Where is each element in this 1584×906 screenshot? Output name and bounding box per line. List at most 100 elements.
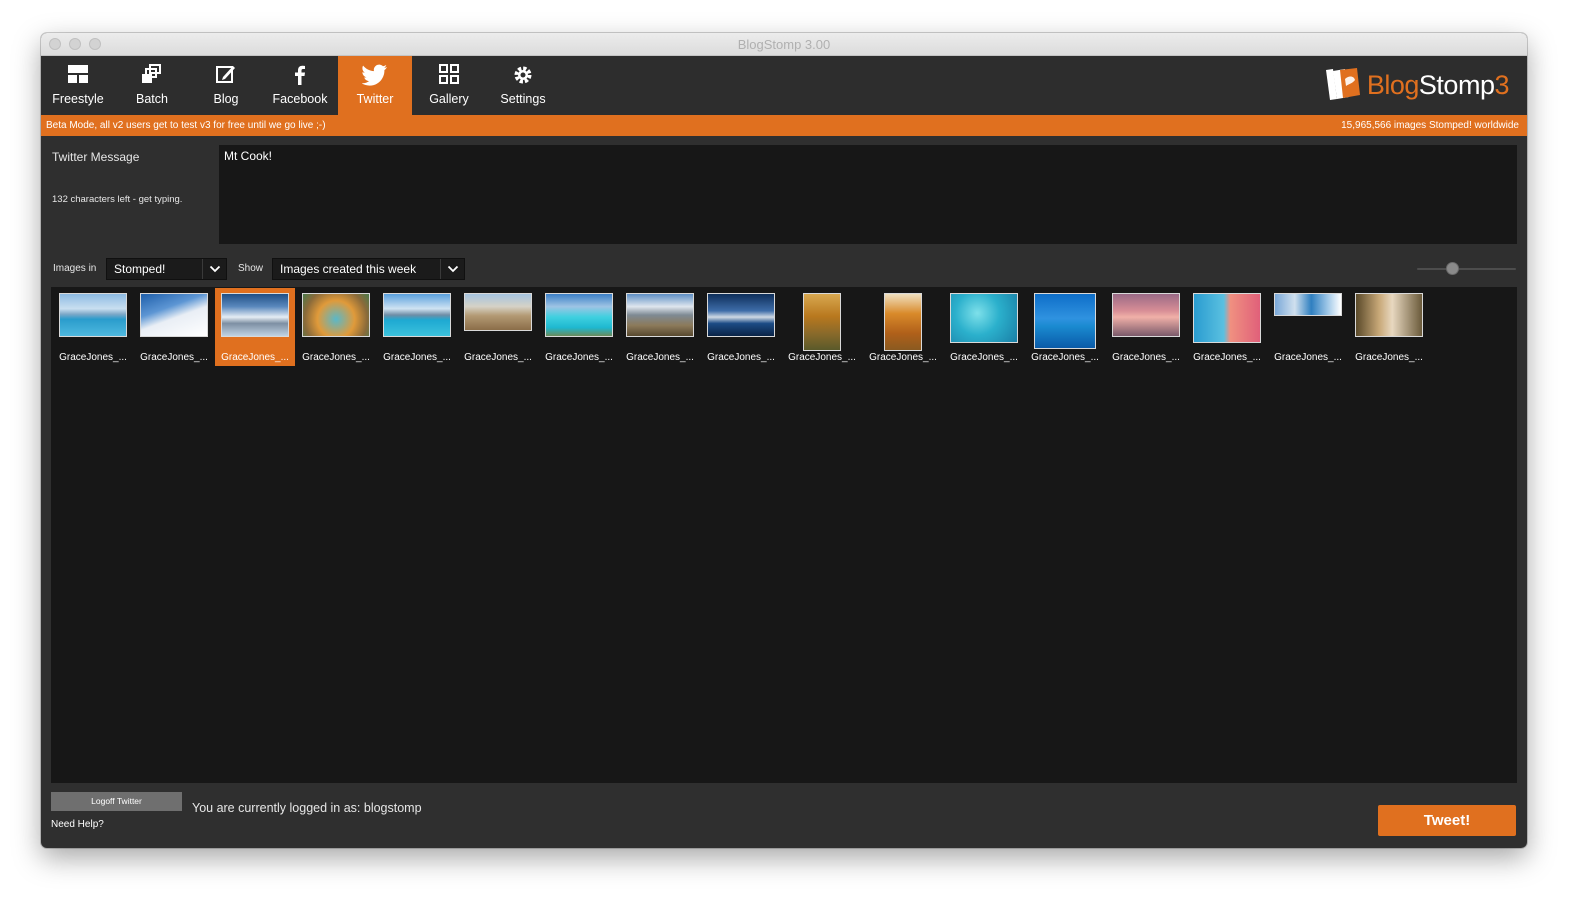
need-help-link[interactable]: Need Help? [51, 819, 104, 830]
thumbnail-image [1034, 293, 1096, 349]
thumbnail-image [302, 293, 370, 337]
tab-label: Settings [500, 92, 546, 106]
thumbnail-caption: GraceJones_... [221, 352, 289, 363]
thumbnail-item[interactable]: GraceJones_... [944, 288, 1024, 366]
thumbnail-image [59, 293, 127, 337]
thumbnail-image [707, 293, 775, 337]
logo-text-prefix: Blog [1366, 69, 1420, 100]
thumbnail-item[interactable]: GraceJones_... [701, 288, 781, 366]
twitter-icon [338, 64, 412, 86]
thumbnail-caption: GraceJones_... [1112, 352, 1180, 363]
app-window: BlogStomp 3.00 Freestyle Batch Blog Face… [41, 33, 1527, 848]
thumbnail-item[interactable]: GraceJones_... [782, 288, 862, 366]
thumbnail-caption: GraceJones_... [950, 352, 1018, 363]
beta-banner: Beta Mode, all v2 users get to test v3 f… [41, 115, 1527, 136]
thumbnail-item[interactable]: GraceJones_... [539, 288, 619, 366]
thumbnail-item[interactable]: GraceJones_... [1025, 288, 1105, 366]
thumbnail-item[interactable]: GraceJones_... [1268, 288, 1348, 366]
thumbnail-caption: GraceJones_... [383, 352, 451, 363]
main-toolbar: Freestyle Batch Blog Facebook Twitter Ga… [41, 56, 1527, 115]
stomp-logo-icon [1325, 68, 1360, 100]
stomped-count-text: 15,965,566 images Stomped! worldwide [1341, 120, 1519, 131]
tab-label: Facebook [272, 92, 328, 106]
tab-batch[interactable]: Batch [115, 56, 189, 115]
show-label: Show [238, 263, 264, 274]
tab-label: Gallery [429, 92, 469, 106]
thumbnail-image [383, 293, 451, 337]
images-in-value: Stomped! [114, 262, 166, 276]
thumbnail-caption: GraceJones_... [869, 352, 937, 363]
logged-in-status: You are currently logged in as: blogstom… [192, 801, 422, 815]
chevron-down-icon [440, 259, 464, 279]
chevron-down-icon [202, 259, 226, 279]
blog-edit-icon [189, 64, 263, 86]
thumbnail-image [140, 293, 208, 337]
thumbnail-item[interactable]: GraceJones_... [377, 288, 457, 366]
logo-text-main: Stomp [1418, 69, 1495, 100]
tab-facebook[interactable]: Facebook [263, 56, 337, 115]
beta-mode-text: Beta Mode, all v2 users get to test v3 f… [46, 120, 326, 131]
thumbnail-size-slider-track[interactable] [1417, 268, 1516, 270]
thumbnail-caption: GraceJones_... [626, 352, 694, 363]
thumbnail-item[interactable]: GraceJones_... [863, 288, 943, 366]
blogstomp-logo: BlogStomp3 [1323, 67, 1509, 103]
thumbnail-size-slider-thumb[interactable] [1446, 262, 1459, 275]
thumbnail-item[interactable]: GraceJones_... [1187, 288, 1267, 366]
thumbnail-caption: GraceJones_... [1193, 352, 1261, 363]
thumbnail-caption: GraceJones_... [464, 352, 532, 363]
thumbnail-image [464, 293, 532, 331]
tab-blog[interactable]: Blog [189, 56, 263, 115]
logoff-twitter-button[interactable]: Logoff Twitter [51, 792, 182, 811]
thumbnail-caption: GraceJones_... [59, 352, 127, 363]
gear-icon [486, 64, 560, 86]
logo-text-suffix: 3 [1494, 69, 1509, 100]
image-gallery: GraceJones_... GraceJones_... GraceJones… [51, 287, 1517, 783]
thumbnail-item[interactable]: GraceJones_... [53, 288, 133, 366]
thumbnail-item[interactable]: GraceJones_... [1106, 288, 1186, 366]
freestyle-icon [41, 64, 115, 86]
thumbnail-image [626, 293, 694, 337]
show-value: Images created this week [280, 262, 417, 276]
thumbnail-caption: GraceJones_... [302, 352, 370, 363]
tab-freestyle[interactable]: Freestyle [41, 56, 115, 115]
thumbnail-caption: GraceJones_... [1274, 352, 1342, 363]
characters-left-text: 132 characters left - get typing. [52, 194, 183, 205]
tab-label: Freestyle [52, 92, 104, 106]
thumbnail-item-selected[interactable]: GraceJones_... [215, 288, 295, 366]
tweet-button[interactable]: Tweet! [1378, 805, 1516, 836]
image-filter-bar: Images in Stomped! Show Images created t… [41, 257, 1527, 281]
thumbnail-caption: GraceJones_... [707, 352, 775, 363]
thumbnail-caption: GraceJones_... [1355, 352, 1423, 363]
tab-gallery[interactable]: Gallery [412, 56, 486, 115]
thumbnail-image [884, 293, 922, 351]
thumbnail-image [950, 293, 1018, 343]
thumbnail-item[interactable]: GraceJones_... [620, 288, 700, 366]
thumbnail-caption: GraceJones_... [545, 352, 613, 363]
thumbnail-image [545, 293, 613, 337]
tab-label: Blog [213, 92, 239, 106]
thumbnail-image [1193, 293, 1261, 343]
batch-icon [115, 64, 189, 86]
thumbnail-image [1355, 293, 1423, 337]
gallery-grid-icon [412, 64, 486, 86]
tab-label: Batch [136, 92, 168, 106]
thumbnail-item[interactable]: GraceJones_... [1349, 288, 1429, 366]
logo-text: BlogStomp3 [1366, 69, 1510, 101]
thumbnail-caption: GraceJones_... [788, 352, 856, 363]
tab-twitter[interactable]: Twitter [338, 56, 412, 115]
thumbnail-image [803, 293, 841, 351]
thumbnail-caption: GraceJones_... [140, 352, 208, 363]
thumbnail-item[interactable]: GraceJones_... [296, 288, 376, 366]
images-in-select[interactable]: Stomped! [106, 258, 227, 280]
thumbnail-image [221, 293, 289, 337]
twitter-message-label: Twitter Message [52, 150, 140, 164]
window-title: BlogStomp 3.00 [737, 37, 831, 52]
tab-label: Twitter [356, 92, 394, 106]
tab-settings[interactable]: Settings [486, 56, 560, 115]
thumbnail-item[interactable]: GraceJones_... [458, 288, 538, 366]
images-in-label: Images in [53, 263, 97, 274]
twitter-message-input[interactable]: Mt Cook! [219, 145, 1517, 244]
thumbnail-item[interactable]: GraceJones_... [134, 288, 214, 366]
thumbnail-image [1274, 293, 1342, 316]
show-select[interactable]: Images created this week [272, 258, 465, 280]
